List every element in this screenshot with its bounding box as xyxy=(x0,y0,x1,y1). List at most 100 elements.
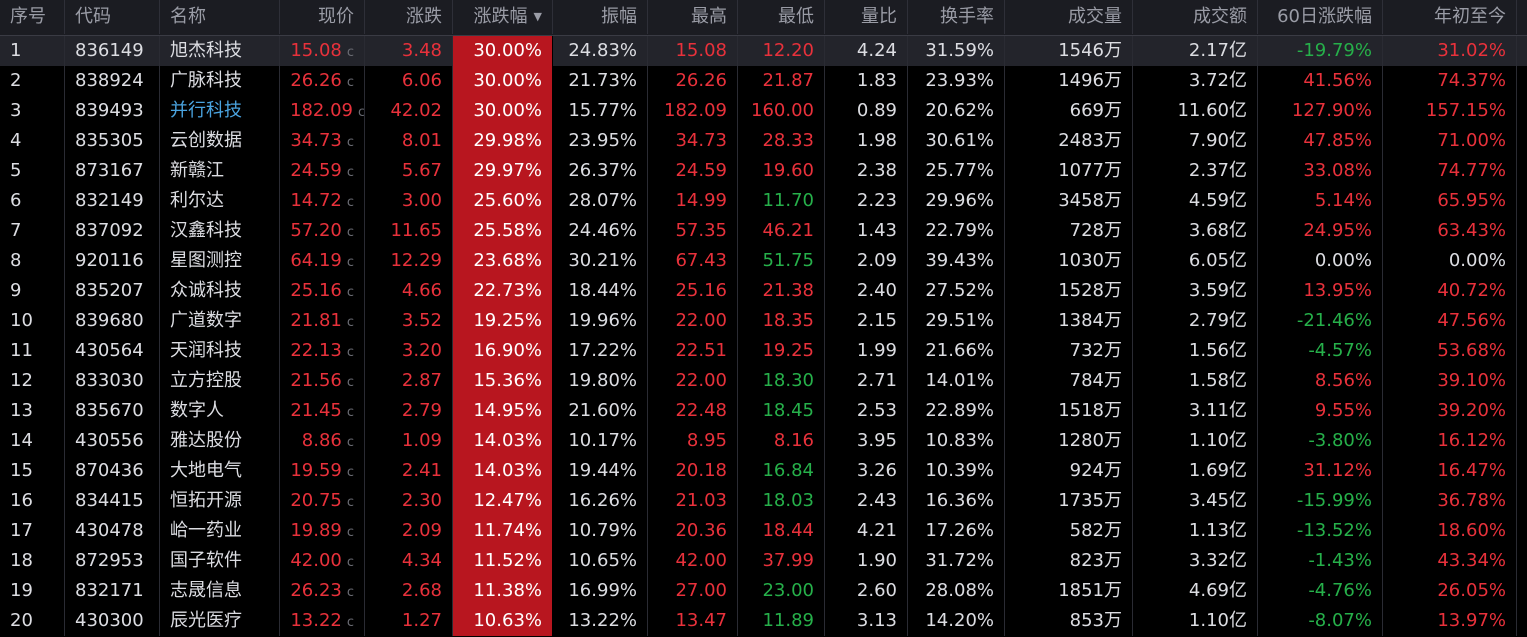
cell-turnover: 29.96% xyxy=(908,186,1005,216)
cell-volume-ratio-value: 2.09 xyxy=(856,250,897,271)
table-row[interactable]: 17 430478 峆一药业 19.89 c 2.09 11.74% 10.79% 20.36 1… xyxy=(0,516,1527,546)
cell-change-pct-value: 25.60% xyxy=(473,190,542,211)
table-row[interactable]: 6 832149 利尔达 14.72 c 3.00 25.60% 28.07% 14.99 11.… xyxy=(0,186,1527,216)
cell-amplitude: 17.22% xyxy=(553,336,648,366)
cell-code-value: 872953 xyxy=(75,550,144,571)
price-suffix: c xyxy=(346,165,354,180)
cell-volume-ratio-value: 2.60 xyxy=(856,580,897,601)
header-seq[interactable]: 序号 xyxy=(0,0,65,34)
table-row[interactable]: 5 873167 新赣江 24.59 c 5.67 29.97% 26.37% 24.59 19.… xyxy=(0,156,1527,186)
cell-change-pct-value: 10.63% xyxy=(473,610,542,631)
table-row[interactable]: 4 835305 云创数据 34.73 c 8.01 29.98% 23.95% 34.73 28… xyxy=(0,126,1527,156)
table-row[interactable]: 13 835670 数字人 21.45 c 2.79 14.95% 21.60% 22.48 18… xyxy=(0,396,1527,426)
cell-volume: 1735万 xyxy=(1005,486,1133,516)
table-row[interactable]: 9 835207 众诚科技 25.16 c 4.66 22.73% 18.44% 25.16 21… xyxy=(0,276,1527,306)
header-amplitude[interactable]: 振幅 xyxy=(553,0,648,34)
header-name[interactable]: 名称 xyxy=(160,0,280,34)
table-row[interactable]: 11 430564 天润科技 22.13 c 3.20 16.90% 17.22% 22.51 1… xyxy=(0,336,1527,366)
cell-chg60: 13.95% xyxy=(1258,276,1383,306)
header-price[interactable]: 现价 xyxy=(280,0,365,34)
cell-volume-value: 823万 xyxy=(1069,550,1122,571)
table-row[interactable]: 19 832171 志晟信息 26.23 c 2.68 11.38% 16.99% 27.00 2… xyxy=(0,576,1527,606)
cell-chg60-value: 33.08% xyxy=(1303,160,1372,181)
cell-volume-ratio-value: 2.38 xyxy=(856,160,897,181)
cell-price-value: 26.26 xyxy=(290,70,342,91)
cell-change-pct-value: 15.36% xyxy=(473,370,542,391)
cell-low: 28.33 xyxy=(738,126,825,156)
cell-amount: 1.56亿 xyxy=(1133,336,1258,366)
cell-volume-ratio: 3.95 xyxy=(825,426,908,456)
cell-seq: 14 xyxy=(0,426,65,456)
table-row[interactable]: 16 834415 恒拓开源 20.75 c 2.30 12.47% 16.26% 21.03 1… xyxy=(0,486,1527,516)
header-turnover[interactable]: 换手率 xyxy=(908,0,1005,34)
cell-volume-ratio: 4.21 xyxy=(825,516,908,546)
cell-change-pct: 14.95% xyxy=(453,396,553,426)
cell-code: 837092 xyxy=(65,216,160,246)
table-row[interactable]: 14 430556 雅达股份 8.86 c 1.09 14.03% 10.17% 8.95 8.1… xyxy=(0,426,1527,456)
cell-high-value: 14.99 xyxy=(675,190,727,211)
header-code[interactable]: 代码 xyxy=(65,0,160,34)
table-row[interactable]: 7 837092 汉鑫科技 57.20 c 11.65 25.58% 24.46% 57.35 4… xyxy=(0,216,1527,246)
price-suffix: c xyxy=(346,75,354,90)
cell-turnover: 16.36% xyxy=(908,486,1005,516)
header-chg60[interactable]: 60日涨跌幅 xyxy=(1258,0,1383,34)
price-suffix: c xyxy=(346,225,354,240)
cell-price-value: 182.09 xyxy=(290,100,353,121)
cell-ytd: 43.34% xyxy=(1383,546,1517,576)
table-row[interactable]: 12 833030 立方控股 21.56 c 2.87 15.36% 19.80% 22.00 1… xyxy=(0,366,1527,396)
table-row[interactable]: 8 920116 星图测控 64.19 c 12.29 23.68% 30.21% 67.43 5… xyxy=(0,246,1527,276)
cell-volume-ratio: 1.43 xyxy=(825,216,908,246)
cell-chg60: -4.57% xyxy=(1258,336,1383,366)
cell-amount: 4.69亿 xyxy=(1133,576,1258,606)
cell-high-value: 26.26 xyxy=(675,70,727,91)
cell-ytd: 0.00% xyxy=(1383,246,1517,276)
cell-high-value: 22.00 xyxy=(675,370,727,391)
cell-low: 160.00 xyxy=(738,96,825,126)
header-change-pct[interactable]: 涨跌幅 ▼ xyxy=(453,0,553,34)
header-amount[interactable]: 成交额 xyxy=(1133,0,1258,34)
cell-amount: 3.68亿 xyxy=(1133,216,1258,246)
cell-seq-value: 14 xyxy=(10,430,33,451)
cell-seq-value: 20 xyxy=(10,610,33,631)
table-row[interactable]: 15 870436 大地电气 19.59 c 2.41 14.03% 19.44% 20.18 1… xyxy=(0,456,1527,486)
cell-low: 12.20 xyxy=(738,36,825,66)
table-row[interactable]: 3 839493 并行科技 182.09 c 42.02 30.00% 15.77% 182.0… xyxy=(0,96,1527,126)
table-row[interactable]: 1 836149 旭杰科技 15.08 c 3.48 30.00% 24.83% 15.08 12… xyxy=(0,36,1527,66)
cell-change: 3.48 xyxy=(365,36,453,66)
sort-desc-icon: ▼ xyxy=(533,10,542,23)
header-ytd[interactable]: 年初至今 xyxy=(1383,0,1517,34)
cell-change-pct-value: 29.97% xyxy=(473,160,542,181)
cell-change-pct: 29.98% xyxy=(453,126,553,156)
cell-turnover-value: 10.39% xyxy=(925,460,994,481)
cell-volume: 823万 xyxy=(1005,546,1133,576)
table-row[interactable]: 2 838924 广脉科技 26.26 c 6.06 30.00% 21.73% 26.26 21… xyxy=(0,66,1527,96)
header-change[interactable]: 涨跌 xyxy=(365,0,453,34)
cell-code: 835305 xyxy=(65,126,160,156)
cell-volume-ratio: 1.98 xyxy=(825,126,908,156)
table-row[interactable]: 20 430300 辰光医疗 13.22 c 1.27 10.63% 13.22% 13.47 1… xyxy=(0,606,1527,636)
table-row[interactable]: 18 872953 国子软件 42.00 c 4.34 11.52% 10.65% 42.00 3… xyxy=(0,546,1527,576)
cell-name: 云创数据 xyxy=(160,126,280,156)
cell-volume-value: 1280万 xyxy=(1058,430,1122,451)
cell-amplitude-value: 30.21% xyxy=(568,250,637,271)
cell-chg60: -4.76% xyxy=(1258,576,1383,606)
cell-turnover-value: 31.72% xyxy=(925,550,994,571)
header-volume-ratio[interactable]: 量比 xyxy=(825,0,908,34)
cell-change-pct: 14.03% xyxy=(453,426,553,456)
cell-chg60-value: -4.57% xyxy=(1308,340,1372,361)
header-low[interactable]: 最低 xyxy=(738,0,825,34)
header-volume[interactable]: 成交量 xyxy=(1005,0,1133,34)
cell-volume-ratio-value: 2.43 xyxy=(856,490,897,511)
cell-amplitude: 28.07% xyxy=(553,186,648,216)
cell-code: 430564 xyxy=(65,336,160,366)
table-row[interactable]: 10 839680 广道数字 21.81 c 3.52 19.25% 19.96% 22.00 1… xyxy=(0,306,1527,336)
cell-amplitude-value: 19.44% xyxy=(568,460,637,481)
header-high[interactable]: 最高 xyxy=(648,0,738,34)
cell-ytd: 74.37% xyxy=(1383,66,1517,96)
cell-low: 21.38 xyxy=(738,276,825,306)
cell-code: 838924 xyxy=(65,66,160,96)
cell-name-value: 众诚科技 xyxy=(170,280,242,301)
cell-amplitude: 16.26% xyxy=(553,486,648,516)
cell-change-value: 2.41 xyxy=(401,460,442,481)
cell-volume: 1030万 xyxy=(1005,246,1133,276)
